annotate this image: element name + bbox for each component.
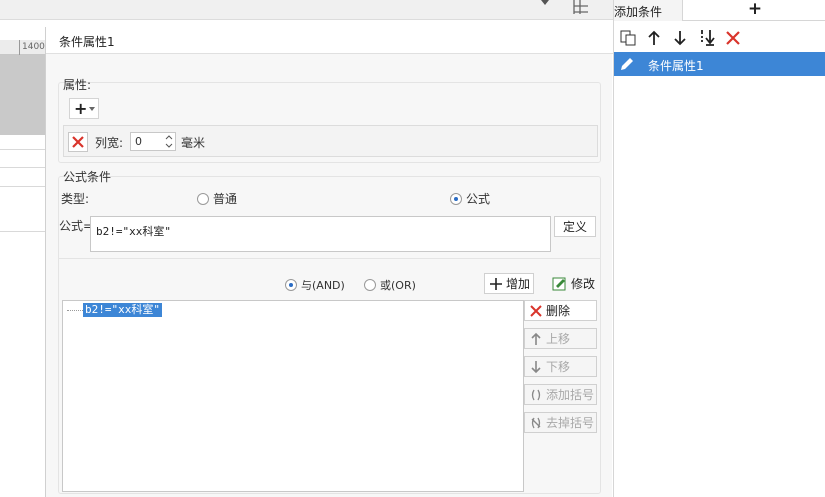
grid-line (0, 186, 45, 187)
close-icon (72, 136, 84, 148)
canvas-gray-area (0, 55, 45, 135)
type-formula-label: 公式 (466, 192, 491, 206)
condition-panel: 添加条件 + 条件属性1 (613, 0, 825, 497)
define-button[interactable]: 定义 (554, 216, 596, 237)
column-width-stepper[interactable]: 0 (130, 132, 176, 151)
delete-button[interactable]: 删除 (524, 300, 597, 321)
delete-label: 删除 (546, 304, 571, 318)
column-width-row: 列宽: 0 毫米 (63, 125, 598, 157)
plus-icon (490, 277, 502, 290)
arrow-up-icon (531, 332, 541, 345)
condition-list[interactable]: b2!="xx科室" (62, 300, 524, 492)
logic-and-radio[interactable]: 与(AND) (285, 277, 345, 293)
ruler-tick (19, 40, 20, 55)
arrow-down-icon[interactable] (671, 29, 689, 47)
dropdown-icon[interactable] (538, 0, 552, 8)
remove-attribute-button[interactable] (68, 132, 88, 152)
copy-icon[interactable] (619, 29, 637, 47)
unit-label: 毫米 (181, 136, 206, 150)
delete-icon[interactable] (724, 29, 742, 47)
condition-properties-dialog: 条件属性1 属性: + 列宽: 0 毫米 公式条件 类型: 普通 公式 公式= … (45, 27, 613, 497)
pencil-icon (621, 58, 633, 70)
add-condition-label: 增加 (506, 277, 531, 291)
tree-connector (67, 310, 83, 311)
chevron-down-icon (89, 107, 95, 111)
plus-icon: + (74, 99, 88, 118)
add-bracket-label: 添加括号 (546, 388, 595, 402)
formula-input[interactable]: b2!="xx科室" (90, 216, 551, 252)
logic-or-label: 或(OR) (380, 279, 416, 292)
tab-add-condition[interactable]: 添加条件 (614, 0, 683, 21)
add-condition-button[interactable]: 增加 (484, 273, 534, 294)
move-down-label: 下移 (546, 360, 571, 374)
horizontal-ruler: 1400 (0, 40, 45, 55)
type-label: 类型: (61, 192, 90, 206)
condition-item-label: 条件属性1 (648, 59, 704, 73)
edit-icon (552, 277, 566, 290)
condition-list-item[interactable]: b2!="xx科室" (83, 303, 162, 317)
arrow-up-icon[interactable] (645, 29, 663, 47)
grid-line (0, 167, 45, 168)
close-icon (530, 304, 542, 317)
arrow-down-icon (531, 360, 541, 373)
column-width-label: 列宽: (95, 136, 124, 150)
move-up-button[interactable]: 上移 (524, 328, 597, 349)
condition-panel-tabs: 添加条件 + (614, 0, 825, 21)
type-normal-radio[interactable]: 普通 (197, 190, 237, 207)
column-width-value[interactable]: 0 (135, 135, 142, 148)
add-bracket-button[interactable]: 添加括号 (524, 384, 597, 405)
stepper-arrows-icon[interactable] (163, 133, 175, 150)
remove-bracket-button[interactable]: 去掉括号 (524, 412, 597, 433)
condition-toolbar (614, 27, 825, 49)
modify-condition-button[interactable]: 修改 (547, 273, 597, 294)
canvas-top-toolbar (0, 0, 613, 20)
formula-label: 公式= (59, 219, 94, 233)
radio-circle (364, 279, 376, 291)
radio-circle (197, 192, 209, 205)
add-condition-tab-button[interactable]: + (684, 0, 825, 21)
modify-condition-label: 修改 (571, 277, 596, 291)
type-formula-radio[interactable]: 公式 (450, 190, 490, 207)
grid-icon[interactable] (572, 0, 590, 14)
grid-line (0, 231, 45, 232)
divider (58, 258, 601, 259)
ruler-number: 1400 (22, 42, 45, 52)
logic-and-label: 与(AND) (301, 279, 345, 292)
add-attribute-button[interactable]: + (69, 98, 99, 119)
dialog-title: 条件属性1 (46, 27, 613, 54)
radio-circle-selected (450, 192, 462, 205)
remove-bracket-icon (531, 417, 541, 428)
radio-circle-selected (285, 279, 297, 291)
move-to-bottom-icon[interactable] (698, 29, 716, 47)
type-normal-label: 普通 (213, 192, 238, 206)
bracket-icon (531, 389, 541, 400)
sheet-grid (0, 135, 45, 497)
logic-or-radio[interactable]: 或(OR) (364, 277, 416, 293)
formula-condition-label: 公式条件 (63, 170, 112, 184)
attributes-group-label: 属性: (63, 78, 92, 92)
condition-list-item-selected[interactable]: 条件属性1 (614, 52, 825, 76)
remove-bracket-label: 去掉括号 (546, 416, 595, 430)
move-down-button[interactable]: 下移 (524, 356, 597, 377)
move-up-label: 上移 (546, 332, 571, 346)
grid-line (0, 149, 45, 150)
